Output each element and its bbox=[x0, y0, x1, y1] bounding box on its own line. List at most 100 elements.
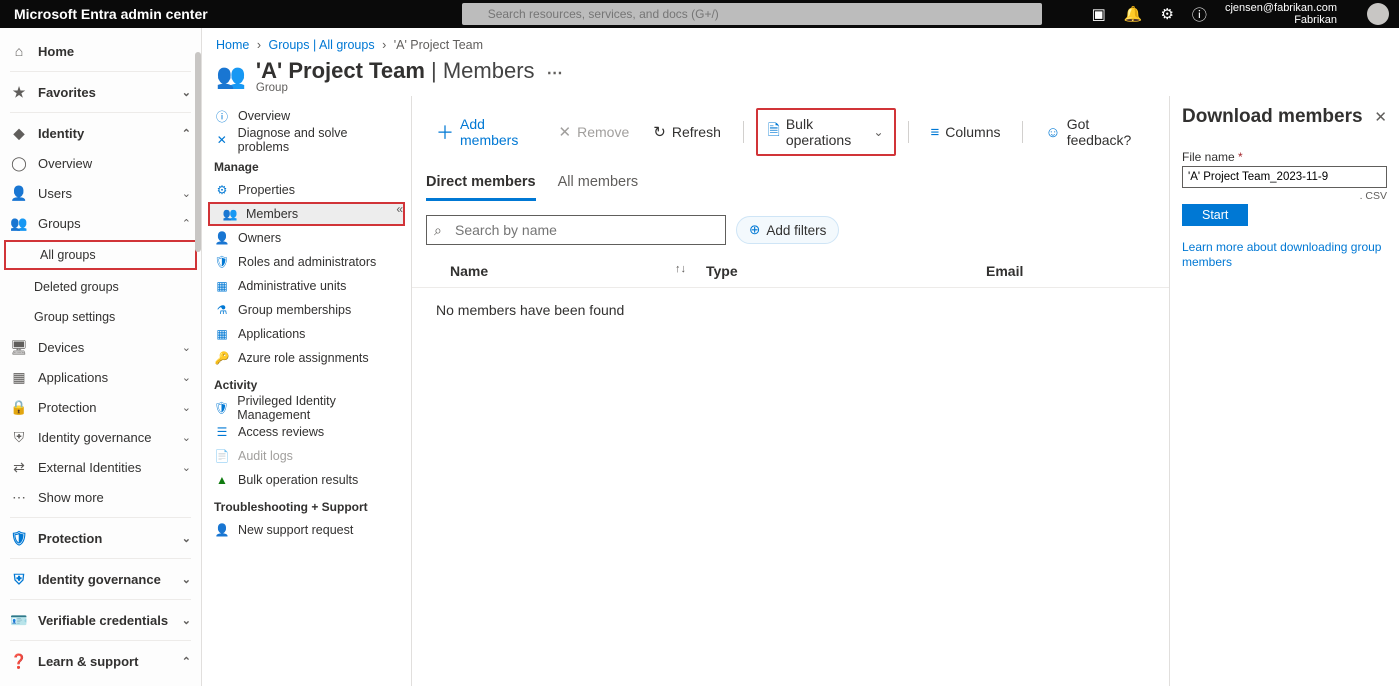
res-owners[interactable]: 👤Owners bbox=[202, 226, 411, 250]
toolbar-separator bbox=[743, 121, 744, 143]
scrollbar-thumb[interactable] bbox=[195, 52, 201, 252]
star-icon: ★ bbox=[10, 84, 28, 101]
remove-button: ✕Remove bbox=[549, 119, 640, 145]
breadcrumb-groups[interactable]: Groups | All groups bbox=[268, 38, 374, 52]
collapse-icon[interactable]: « bbox=[396, 202, 403, 216]
nav-devices[interactable]: 🖥Devices⌄ bbox=[0, 332, 201, 362]
learn-more-link[interactable]: Learn more about downloading group membe… bbox=[1182, 240, 1387, 270]
add-filters-button[interactable]: ⊕Add filters bbox=[736, 216, 839, 244]
res-pim[interactable]: 🛡Privileged Identity Management bbox=[202, 396, 411, 420]
res-manage-header: Manage bbox=[202, 152, 411, 178]
properties-icon: ⚙ bbox=[214, 183, 230, 197]
tab-all-members[interactable]: All members bbox=[558, 170, 639, 201]
access-reviews-icon: ☰ bbox=[214, 425, 230, 439]
tenant-name: Fabrikan bbox=[1225, 14, 1337, 26]
res-new-support[interactable]: 👤New support request bbox=[202, 518, 411, 542]
res-admin-units[interactable]: ▦Administrative units bbox=[202, 274, 411, 298]
breadcrumb-home[interactable]: Home bbox=[216, 38, 249, 52]
nav-id-gov-section[interactable]: ⛨Identity governance⌄ bbox=[0, 564, 201, 594]
learn-icon: ❓ bbox=[10, 653, 28, 670]
settings-icon[interactable]: ⚙ bbox=[1160, 5, 1173, 23]
nav-all-groups[interactable]: All groups bbox=[4, 240, 197, 270]
apps-icon: ▦ bbox=[10, 369, 28, 386]
res-access-reviews[interactable]: ☰Access reviews bbox=[202, 420, 411, 444]
apps-icon: ▦ bbox=[214, 327, 230, 341]
res-bulk-results[interactable]: ▲Bulk operation results bbox=[202, 468, 411, 492]
nav-favorites[interactable]: ★Favorites⌄ bbox=[0, 77, 201, 107]
feedback-button[interactable]: ☺Got feedback? bbox=[1035, 112, 1155, 152]
audit-icon: 📄 bbox=[214, 449, 230, 463]
res-diagnose[interactable]: ✕Diagnose and solve problems bbox=[202, 128, 411, 152]
columns-button[interactable]: ≡Columns bbox=[920, 120, 1010, 145]
more-icon: ⋯ bbox=[10, 489, 28, 506]
plus-icon: ＋ bbox=[436, 119, 454, 145]
res-members[interactable]: 👥Members bbox=[208, 202, 405, 226]
nav-group-settings[interactable]: Group settings bbox=[0, 302, 201, 332]
tab-direct-members[interactable]: Direct members bbox=[426, 170, 536, 201]
devices-icon: 🖥 bbox=[10, 339, 28, 356]
res-overview[interactable]: ⓘOverview bbox=[202, 104, 411, 128]
external-icon: ⇄ bbox=[10, 459, 28, 476]
col-email[interactable]: Email bbox=[986, 263, 1155, 279]
lock-icon: 🔒 bbox=[10, 399, 28, 416]
res-azure-role[interactable]: 🔑Azure role assignments bbox=[202, 346, 411, 370]
nav-verifiable[interactable]: 🪪Verifiable credentials⌄ bbox=[0, 605, 201, 635]
more-actions-icon[interactable]: ⋯ bbox=[541, 65, 563, 82]
refresh-icon: ↻ bbox=[653, 123, 666, 141]
global-search-input[interactable] bbox=[462, 3, 1042, 25]
nav-learn-support[interactable]: ❓Learn & support⌃ bbox=[0, 646, 201, 676]
cloud-shell-icon[interactable]: ▣ bbox=[1092, 5, 1106, 23]
chevron-down-icon: ⌄ bbox=[182, 461, 191, 474]
nav-applications[interactable]: ▦Applications⌄ bbox=[0, 362, 201, 392]
nav-home[interactable]: ⌂Home bbox=[0, 36, 201, 66]
close-icon[interactable]: ✕ bbox=[1374, 108, 1387, 126]
add-members-button[interactable]: ＋Add members bbox=[426, 112, 545, 152]
res-applications[interactable]: ▦Applications bbox=[202, 322, 411, 346]
res-audit-logs[interactable]: 📄Audit logs bbox=[202, 444, 411, 468]
nav-identity-governance[interactable]: ⛨Identity governance⌄ bbox=[0, 422, 201, 452]
toolbar-separator bbox=[908, 121, 909, 143]
roles-icon: 🛡 bbox=[214, 255, 230, 269]
chevron-up-icon: ⌃ bbox=[182, 655, 191, 668]
table-header: Name↑↓ Type Email bbox=[412, 253, 1169, 288]
search-icon: ⌕ bbox=[434, 222, 442, 239]
info-icon: ⓘ bbox=[214, 108, 230, 125]
avatar[interactable] bbox=[1367, 3, 1389, 25]
overview-icon: ◯ bbox=[10, 155, 28, 172]
user-account[interactable]: cjensen@fabrikan.com Fabrikan bbox=[1225, 2, 1343, 26]
res-properties[interactable]: ⚙Properties bbox=[202, 178, 411, 202]
res-group-memberships[interactable]: ⚗Group memberships bbox=[202, 298, 411, 322]
nav-groups[interactable]: 👥Groups⌃ bbox=[0, 208, 201, 238]
nav-identity[interactable]: ◆Identity⌃ bbox=[0, 118, 201, 148]
brand[interactable]: Microsoft Entra admin center bbox=[0, 6, 222, 22]
res-roles[interactable]: 🛡Roles and administrators bbox=[202, 250, 411, 274]
col-type[interactable]: Type bbox=[706, 263, 986, 279]
credentials-icon: 🪪 bbox=[10, 612, 28, 629]
member-search-input[interactable] bbox=[426, 215, 726, 245]
col-name[interactable]: Name↑↓ bbox=[426, 263, 706, 279]
nav-overview[interactable]: ◯Overview bbox=[0, 148, 201, 178]
sort-icon[interactable]: ↑↓ bbox=[675, 263, 686, 279]
file-name-input[interactable] bbox=[1182, 166, 1387, 188]
nav-external-identities[interactable]: ⇄External Identities⌄ bbox=[0, 452, 201, 482]
file-extension: . CSV bbox=[1182, 190, 1387, 202]
bulk-operations-button[interactable]: 🗎Bulk operations⌄ bbox=[756, 108, 896, 156]
nav-protection-section[interactable]: 🛡Protection⌄ bbox=[0, 523, 201, 553]
help-icon[interactable]: ⓘ bbox=[1192, 4, 1207, 25]
res-troubleshoot-header: Troubleshooting + Support bbox=[202, 492, 411, 518]
start-button[interactable]: Start bbox=[1182, 204, 1248, 226]
chevron-down-icon: ⌄ bbox=[182, 86, 191, 99]
member-tabs: Direct members All members bbox=[412, 164, 1169, 201]
remove-icon: ✕ bbox=[559, 123, 572, 141]
nav-show-more[interactable]: ⋯Show more bbox=[0, 482, 201, 512]
columns-icon: ≡ bbox=[930, 124, 939, 141]
notifications-icon[interactable]: 🔔 bbox=[1124, 5, 1143, 23]
primary-nav: ⌂Home ★Favorites⌄ ◆Identity⌃ ◯Overview 👤… bbox=[0, 28, 202, 686]
refresh-button[interactable]: ↻Refresh bbox=[643, 119, 731, 145]
identity-icon: ◆ bbox=[10, 125, 28, 142]
nav-users[interactable]: 👤Users⌄ bbox=[0, 178, 201, 208]
nav-protection[interactable]: 🔒Protection⌄ bbox=[0, 392, 201, 422]
chevron-down-icon: ⌄ bbox=[182, 431, 191, 444]
chevron-down-icon: ⌄ bbox=[182, 341, 191, 354]
nav-deleted-groups[interactable]: Deleted groups bbox=[0, 272, 201, 302]
